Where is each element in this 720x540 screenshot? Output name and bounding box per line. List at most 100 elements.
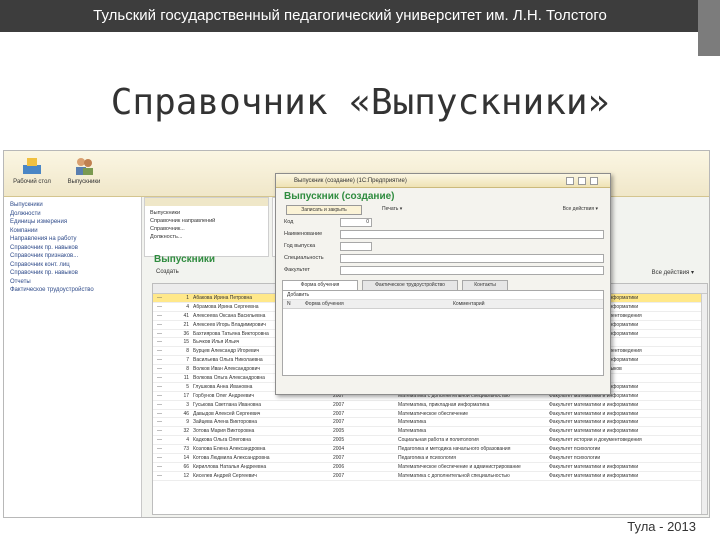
tab-content: Добавить N Форма обучения Комментарий <box>282 290 604 376</box>
cell-num: 73 <box>183 446 189 453</box>
tab-employment[interactable]: Фактическое трудоустройство <box>362 280 458 290</box>
university-header: Тульский государственный педагогический … <box>0 0 700 32</box>
cell-num: 4 <box>186 437 189 444</box>
cell-num: 21 <box>183 321 189 328</box>
cell-year: 2006 <box>333 463 345 470</box>
graduates-button[interactable]: Выпускники <box>62 155 106 195</box>
cell-year: 2005 <box>333 428 345 435</box>
cell-fac: Факультет математики и информатики <box>549 463 639 470</box>
table-row[interactable]: — 32 Зотова Мария Викторовна 2005 Математика… <box>153 427 707 437</box>
cell-year: 2004 <box>333 446 345 453</box>
name-field[interactable] <box>340 230 604 239</box>
table-row[interactable]: — 66 Кириллова Наталья Андреевна 2006 Матема… <box>153 463 707 472</box>
desktop-button[interactable]: Рабочий стол <box>10 155 54 195</box>
nav-item[interactable]: Должности <box>10 210 135 219</box>
table-row[interactable]: — 9 Зайцева Алена Викторовна 2007 Математика… <box>153 418 707 428</box>
cell-name: Зотова Мария Викторовна <box>193 428 255 435</box>
nav-item[interactable]: Отчеты <box>10 278 135 287</box>
row-marker-icon: — <box>157 339 162 346</box>
faculty-label: Факультет <box>284 267 310 273</box>
submenu-item[interactable]: Справочник направлений <box>150 217 263 225</box>
submenu-panel: Выпускники Справочник направлений Справо… <box>144 197 269 257</box>
nav-item[interactable]: Справочник пр. навыков <box>10 244 135 253</box>
cell-spec: Социальная работа и политология <box>398 437 479 444</box>
table-row[interactable]: — 4 Кадкова Ольга Олеговна 2005 Социальная р… <box>153 436 707 446</box>
maximize-icon[interactable] <box>578 177 586 185</box>
cell-fac: Факультет истории и документоведения <box>549 437 642 444</box>
cell-num: 3 <box>186 401 189 408</box>
table-row[interactable]: — 3 Гуськова Светлана Ивановна 2007 Математи… <box>153 401 707 410</box>
cell-fac: Факультет психологии <box>549 446 601 453</box>
nav-item[interactable]: Компании <box>10 227 135 236</box>
faculty-row: Факультет <box>282 265 604 276</box>
print-button[interactable]: Печать ▾ <box>382 206 402 212</box>
cell-num: 7 <box>186 357 189 364</box>
cell-fac: Факультет математики и информатики <box>549 419 639 426</box>
birth-field[interactable] <box>340 242 372 251</box>
dialog-toolbar: Записать и закрыть Печать ▾ Все действия… <box>282 204 604 216</box>
users-icon <box>76 158 93 175</box>
nav-item[interactable]: Единицы измерения <box>10 218 135 227</box>
create-button[interactable]: Создать <box>156 269 179 275</box>
col-comment: Комментарий <box>453 301 485 307</box>
nav-item[interactable]: Справочник признаков... <box>10 252 135 261</box>
cell-year: 2007 <box>333 455 345 462</box>
submenu-item[interactable]: Должность... <box>150 233 263 241</box>
nav-item[interactable]: Фактическое трудоустройство <box>10 286 135 295</box>
code-field[interactable]: 0 <box>340 218 372 227</box>
submenu-item[interactable]: Выпускники <box>150 209 263 217</box>
dialog-actions-button[interactable]: Все действия ▾ <box>563 206 598 212</box>
cell-spec: Математика <box>398 419 427 426</box>
cell-fac: Факультет математики и информатики <box>549 428 639 435</box>
tab-contacts[interactable]: Контакты <box>462 280 508 290</box>
table-row[interactable]: — 12 Киселев Андрей Сергеевич 2007 Математик… <box>153 472 707 481</box>
scrollbar[interactable] <box>701 294 707 514</box>
row-marker-icon: — <box>157 428 162 435</box>
table-row[interactable]: — 73 Козлова Елена Александровна 2004 Педаго… <box>153 445 707 455</box>
close-icon[interactable] <box>590 177 598 185</box>
list-actions-button[interactable]: Все действия ▾ <box>652 269 694 276</box>
cell-num: 8 <box>186 366 189 373</box>
cell-spec: Математика <box>398 428 427 435</box>
row-marker-icon: — <box>157 366 162 373</box>
cell-spec: Математическое обеспечение <box>398 410 469 417</box>
nav-item[interactable]: Выпускники <box>10 201 135 210</box>
cell-year: 2007 <box>333 401 345 408</box>
table-row[interactable]: — 14 Котова Людмила Александровна 2007 Педаг… <box>153 454 707 463</box>
cell-num: 17 <box>183 392 189 399</box>
cell-num: 32 <box>183 428 189 435</box>
nav-item[interactable]: Направления на работу <box>10 235 135 244</box>
minimize-icon[interactable] <box>566 177 574 185</box>
corner-decoration <box>698 0 720 56</box>
dialog-titlebar: Выпускник (создание) (1С:Предприятие) <box>276 174 610 188</box>
cell-spec: Математика, прикладная информатика <box>398 401 490 408</box>
list-title: Выпускники <box>154 254 216 265</box>
create-graduate-dialog: Выпускник (создание) (1С:Предприятие) Вы… <box>275 173 611 395</box>
submenu-item[interactable]: Справочник... <box>150 225 263 233</box>
cell-name: Гуськова Светлана Ивановна <box>193 401 262 408</box>
cell-name: Козлова Елена Александровна <box>193 446 266 453</box>
save-close-button[interactable]: Записать и закрыть <box>286 205 362 215</box>
code-label: Код <box>284 219 294 225</box>
spec-field[interactable] <box>340 254 604 263</box>
cell-num: 12 <box>183 472 189 479</box>
tab-education-form[interactable]: Форма обучения <box>282 280 358 290</box>
table-row[interactable]: — 46 Давыдов Алексей Сергеевич 2007 Математи… <box>153 410 707 419</box>
row-marker-icon: — <box>157 446 162 453</box>
faculty-field[interactable] <box>340 266 604 275</box>
nav-item[interactable]: Справочник конт. лиц <box>10 261 135 270</box>
cell-num: 15 <box>183 339 189 346</box>
cell-num: 5 <box>186 383 189 390</box>
desktop-icon <box>23 158 41 174</box>
birth-row: Год выпуска <box>282 241 604 252</box>
add-button[interactable]: Добавить <box>287 292 309 298</box>
nav-item[interactable]: Справочник пр. навыков <box>10 269 135 278</box>
row-marker-icon: — <box>157 312 162 319</box>
cell-num: 9 <box>186 419 189 426</box>
cell-name: Котова Людмила Александровна <box>193 455 270 462</box>
cell-spec: Математическое обеспечение и администрир… <box>398 463 521 470</box>
dialog-heading: Выпускник (создание) <box>284 191 395 202</box>
cell-fac: Факультет математики и информатики <box>549 401 639 408</box>
col-education-form: Форма обучения <box>305 301 344 307</box>
spec-row: Специальность <box>282 253 604 264</box>
